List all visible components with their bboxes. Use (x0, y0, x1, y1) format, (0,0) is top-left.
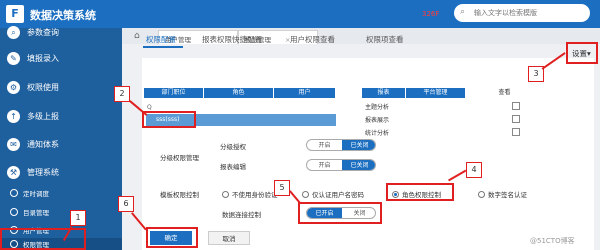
radio-digital-signature[interactable]: 数字签名认证 (478, 189, 527, 199)
watermark: @51CTO博客 (530, 237, 575, 245)
sidebar-subitem-schedule[interactable]: 定时调度 (0, 187, 122, 199)
template-search[interactable]: ⌕ (454, 4, 590, 22)
row-label: 主题分析 (365, 104, 390, 111)
report-icon: ↑ (7, 110, 20, 123)
radio-label: 不使用身份验证 (232, 191, 278, 199)
subtab-user-permission-view[interactable]: 用户权限查看 (290, 34, 335, 45)
radio-label: 数字签名认证 (488, 191, 527, 199)
subtab-permission-item-view[interactable]: 权限项查看 (366, 34, 404, 45)
table-header[interactable]: 查看 (480, 88, 530, 98)
home-icon[interactable]: ⌂ (134, 31, 140, 41)
template-control-label: 模板权限控制 (160, 191, 199, 199)
query-icon: ⌕ (7, 26, 20, 39)
sidebar: ⌕ 参数查询 ✎ 填报录入 ⚙ 权限使用 ↑ 多级上报 ✉ 通知体系 ⚒ 管理系… (0, 26, 122, 250)
callout-6: 6 (118, 196, 134, 212)
sidebar-item-label: 填报录入 (27, 54, 59, 63)
toggle-on[interactable]: 开启 (307, 140, 342, 150)
view-checkbox[interactable] (512, 102, 520, 110)
subtab-report-quick-config[interactable]: 报表权限快捷配置 (202, 34, 262, 45)
view-checkbox[interactable] (512, 115, 520, 123)
callout-5: 5 (274, 180, 290, 196)
sidebar-item-label: 管理系统 (27, 168, 59, 177)
annotation-box (0, 228, 86, 250)
view-checkbox[interactable] (512, 128, 520, 136)
annotation-box (566, 42, 598, 64)
sidebar-item-label: 多级上报 (27, 112, 59, 121)
sidebar-item-notify[interactable]: ✉ 通知体系 (0, 132, 122, 158)
table-row[interactable]: 统计分析 (360, 127, 530, 138)
radio-dot (222, 191, 229, 198)
annotation-box (146, 227, 198, 248)
sidebar-item-query[interactable]: ⌕ 参数查询 (0, 20, 122, 46)
sidebar-item-multilevel[interactable]: ↑ 多级上报 (0, 104, 122, 130)
callout-2: 2 (114, 86, 130, 102)
row-label: 报表展示 (365, 117, 390, 124)
table-header[interactable]: 用户 (274, 88, 336, 98)
cancel-button[interactable]: 取消 (208, 231, 250, 245)
grade-auth-label: 分级授权 (220, 143, 246, 151)
sidebar-item-label: 通知体系 (27, 140, 59, 149)
sidebar-subitem-label: 目录管理 (23, 209, 49, 217)
username: 326F (422, 10, 440, 18)
table-row[interactable]: 主题分析 (360, 101, 530, 112)
report-edit-toggle[interactable]: 开启 已关闭 (306, 159, 376, 171)
sidebar-item-label: 权限使用 (27, 83, 59, 92)
sidebar-subitem-label: 定时调度 (23, 190, 49, 198)
table-header[interactable]: 部门职位 (144, 88, 204, 98)
toggle-on[interactable]: 开启 (307, 160, 342, 170)
edit-icon: ✎ (7, 52, 20, 65)
data-conn-label: 数据连接控制 (222, 211, 261, 219)
grade-auth-toggle[interactable]: 开启 已关闭 (306, 139, 376, 151)
callout-4: 4 (466, 162, 482, 178)
sidebar-item-admin[interactable]: ⚒ 管理系统 (0, 160, 122, 186)
active-tab-indicator (143, 46, 183, 48)
sidebar-subitem-directory[interactable]: 目录管理 (0, 206, 122, 218)
table-header[interactable]: 报表 (362, 88, 406, 98)
annotation-box (142, 111, 196, 128)
table-header[interactable]: 平台管理 (406, 88, 466, 98)
toggle-off[interactable]: 已关闭 (342, 140, 375, 150)
radio-username-password[interactable]: 仅认证用户名密码 (302, 189, 364, 199)
tab-strip: ⌂ 用户管理 权限管理 × (122, 28, 600, 44)
search-icon: ⌕ (460, 7, 466, 17)
search-input[interactable] (474, 6, 584, 20)
callout-1: 1 (70, 210, 86, 226)
permission-icon: ⚙ (7, 81, 20, 94)
radio-dot (478, 191, 485, 198)
radio-dot (302, 191, 309, 198)
sidebar-item-fill[interactable]: ✎ 填报录入 (0, 46, 122, 72)
sidebar-item-permission[interactable]: ⚙ 权限使用 (0, 75, 122, 101)
annotation-box (386, 183, 454, 201)
annotation-box (298, 202, 382, 224)
toggle-off[interactable]: 已关闭 (342, 160, 375, 170)
admin-icon: ⚒ (7, 166, 20, 179)
folder-icon (10, 208, 18, 216)
clock-icon (10, 189, 18, 197)
table-header[interactable]: 角色 (204, 88, 274, 98)
section-label: 分级权限管理 (160, 154, 199, 162)
report-edit-label: 报表编辑 (220, 163, 246, 171)
table-row[interactable]: 报表展示 (360, 114, 530, 125)
radio-label: 仅认证用户名密码 (312, 191, 364, 199)
sidebar-item-label: 参数查询 (27, 28, 59, 37)
notify-icon: ✉ (7, 138, 20, 151)
subtab-permission-config[interactable]: 权限配置 (146, 34, 176, 45)
row-label: 统计分析 (365, 130, 390, 137)
radio-no-auth[interactable]: 不使用身份验证 (222, 189, 278, 199)
table-search-icon[interactable]: Q (147, 104, 152, 111)
